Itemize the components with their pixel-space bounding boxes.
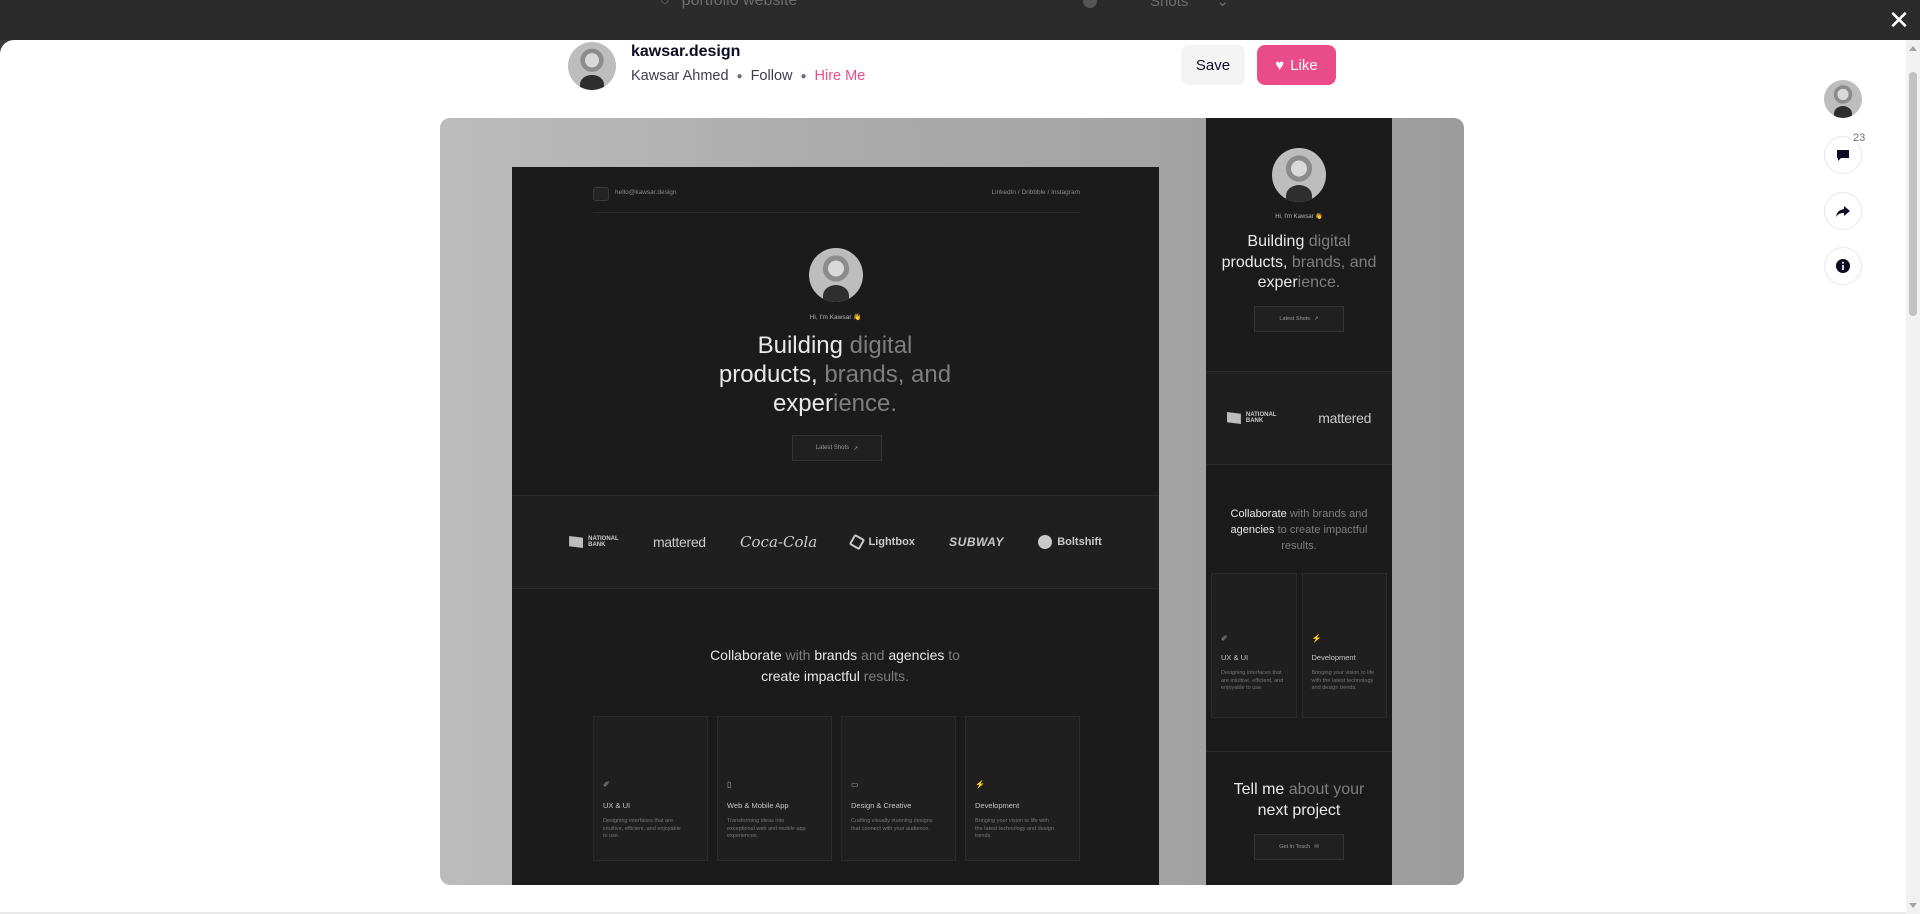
service-card: ✐ UX & UI Designing interfaces that are … <box>593 716 708 861</box>
phone-icon: ▯ <box>727 780 732 789</box>
shot-image: hello@kawsar.design LinkedIn / Dribbble … <box>440 118 1464 885</box>
mockup-contact-headline: Tell me about your next project <box>1233 781 1365 819</box>
share-icon <box>1836 206 1850 217</box>
service-card: ⚡ Development Bringing your vision to li… <box>965 716 1080 861</box>
mockup-contact-button: Get In Touch ✉ <box>1254 834 1344 860</box>
mockup-collab-text: Collaborate with brands and agencies to … <box>710 647 960 684</box>
mockup-cta-button: Latest Shots ↗ <box>792 435 882 461</box>
mockup-nav: hello@kawsar.design LinkedIn / Dribbble … <box>593 180 1080 213</box>
service-card: ▯ Web & Mobile App Transforming ideas in… <box>717 716 832 861</box>
background-top-bar: ○ portfolio website Shots ⌄ ✕ <box>0 0 1920 40</box>
save-button[interactable]: Save <box>1181 45 1245 85</box>
filter-label: Shots <box>1150 0 1189 10</box>
mockup-services-grid: ✐ UX & UI Designing interfaces that are … <box>593 716 1080 861</box>
service-card: ✐ UX & UI Designing interfaces that are … <box>1211 573 1297 718</box>
mail-icon <box>593 187 609 201</box>
mockup-avatar <box>1272 148 1326 202</box>
chevron-down-icon: ⌄ <box>1216 0 1229 10</box>
service-card: ▭ Design & Creative Crafting visually st… <box>841 716 956 861</box>
mockup-headline: Building digital products, brands, and e… <box>1221 233 1377 291</box>
lightbox-logo: Lightbox <box>849 533 915 551</box>
scrollbar[interactable] <box>1906 40 1920 914</box>
filter-dropdown-ghost: Shots ⌄ <box>1150 0 1229 12</box>
search-text: portfolio website <box>681 0 798 9</box>
mockup-cta-button: Latest Shots ↗ <box>1254 306 1344 332</box>
comment-count: 23 <box>1851 132 1868 144</box>
arrow-icon: ↗ <box>1313 316 1319 322</box>
boltshift-logo: Boltshift <box>1038 535 1102 549</box>
mockup-services-grid: ✐ UX & UI Designing interfaces that are … <box>1211 573 1387 718</box>
service-card: ⚡ Development Bringing your vision to li… <box>1301 573 1387 718</box>
close-icon[interactable]: ✕ <box>1887 7 1911 33</box>
divider <box>1206 751 1392 752</box>
author-name[interactable]: Kawsar Ahmed <box>631 68 729 84</box>
info-icon <box>1836 259 1850 273</box>
mattered-logo: mattered <box>1318 410 1372 426</box>
pen-icon: ✐ <box>1221 634 1228 643</box>
mockup-logo-strip: NATIONAL BANK mattered <box>1206 371 1392 465</box>
mockup-nav-links: LinkedIn / Dribbble / Instagram <box>991 189 1080 196</box>
follow-link[interactable]: Follow <box>751 68 793 84</box>
save-label: Save <box>1195 56 1231 74</box>
bolt-icon: ⚡ <box>1311 634 1322 643</box>
mockup-greeting: Hi, I'm Kawsar 👋 <box>809 314 862 321</box>
mockup-logo-strip: NATIONAL BANK mattered Coca-Cola Lightbox… <box>512 495 1159 589</box>
desktop-mockup: hello@kawsar.design LinkedIn / Dribbble … <box>512 167 1159 885</box>
mockup-collab-text: Collaborate with brands and agencies to … <box>1230 508 1368 552</box>
mockup-greeting: Hi, I'm Kawsar 👋 <box>1275 214 1323 220</box>
search-bar-ghost: ○ portfolio website <box>660 0 797 12</box>
arrow-icon: ↗ <box>853 445 859 452</box>
mail-icon: ✉ <box>1314 844 1319 850</box>
shot-title: kawsar.design <box>631 43 741 60</box>
author-avatar[interactable] <box>568 42 616 90</box>
info-button[interactable] <box>1824 247 1862 285</box>
separator-dot: ● <box>800 70 807 82</box>
pen-icon: ✐ <box>603 780 610 789</box>
cocacola-logo: Coca-Cola <box>740 533 818 551</box>
mockup-avatar <box>809 248 863 302</box>
clear-icon <box>1083 0 1097 8</box>
monitor-icon: ▭ <box>851 780 859 789</box>
mockup-email: hello@kawsar.design <box>615 189 677 196</box>
scroll-down-icon[interactable] <box>1909 903 1917 908</box>
author-avatar-small[interactable] <box>1824 80 1862 118</box>
scrollbar-thumb[interactable] <box>1909 72 1917 316</box>
bolt-icon: ⚡ <box>975 780 985 789</box>
national-bank-logo: NATIONAL BANK <box>1226 412 1276 424</box>
comment-icon <box>1837 150 1849 161</box>
mockup-headline: Building digital products, brands, and e… <box>718 332 952 417</box>
scroll-up-icon[interactable] <box>1909 46 1917 51</box>
like-label: Like <box>1290 56 1318 74</box>
separator-dot: ● <box>736 70 743 82</box>
subway-logo: SUBWAY <box>949 535 1004 549</box>
author-meta: Kawsar Ahmed ● Follow ● Hire Me <box>631 68 865 84</box>
national-bank-logo: NATIONAL BANK <box>569 536 619 548</box>
mobile-mockup: Hi, I'm Kawsar 👋 Building digital produc… <box>1206 118 1392 885</box>
share-button[interactable] <box>1824 192 1862 230</box>
like-button[interactable]: ♥ Like <box>1257 45 1336 85</box>
search-icon: ○ <box>660 0 670 9</box>
hire-me-link[interactable]: Hire Me <box>815 68 866 84</box>
mattered-logo: mattered <box>652 534 706 550</box>
heart-icon: ♥ <box>1275 56 1285 74</box>
